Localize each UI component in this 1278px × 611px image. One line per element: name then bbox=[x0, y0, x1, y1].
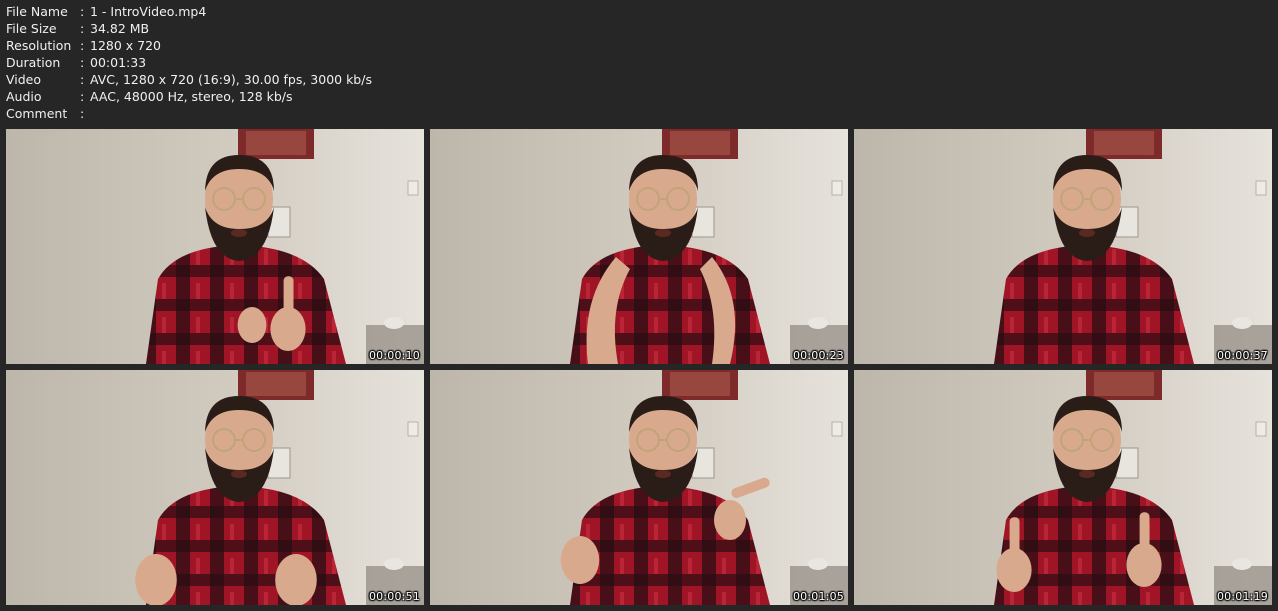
file-size-label: File Size bbox=[6, 21, 57, 36]
video-thumbnail-2[interactable]: 00:00:23 bbox=[430, 129, 848, 364]
video-thumbnail-3[interactable]: 00:00:37 bbox=[854, 129, 1272, 364]
duration-value: 00:01:33 bbox=[90, 55, 147, 70]
contact-sheet: File Name:1 - IntroVideo.mp4 File Size:3… bbox=[0, 0, 1278, 611]
comment-row: Comment: bbox=[6, 105, 372, 122]
audio-row: Audio: AAC, 48000 Hz, stereo, 128 kb/s bbox=[6, 88, 372, 105]
thumbnail-timestamp: 00:00:23 bbox=[792, 349, 844, 362]
separator: : bbox=[80, 106, 85, 121]
separator: : bbox=[80, 21, 85, 36]
video-frame-image bbox=[854, 370, 1272, 605]
video-label: Video bbox=[6, 72, 42, 87]
separator: : bbox=[80, 72, 85, 87]
thumbnail-timestamp: 00:01:05 bbox=[792, 590, 844, 603]
video-thumbnail-5[interactable]: 00:01:05 bbox=[430, 370, 848, 605]
comment-label: Comment bbox=[6, 106, 68, 121]
video-row: Video: AVC, 1280 x 720 (16:9), 30.00 fps,… bbox=[6, 71, 372, 88]
separator: : bbox=[80, 55, 85, 70]
audio-value: AAC, 48000 Hz, stereo, 128 kb/s bbox=[90, 89, 293, 104]
video-frame-image bbox=[854, 129, 1272, 364]
thumbnail-timestamp: 00:00:37 bbox=[1216, 349, 1268, 362]
file-info-panel: File Name:1 - IntroVideo.mp4 File Size:3… bbox=[6, 3, 372, 122]
file-size-row: File Size:34.82 MB bbox=[6, 20, 372, 37]
separator: : bbox=[80, 4, 85, 19]
video-thumbnail-1[interactable]: 00:00:10 bbox=[6, 129, 424, 364]
file-name-value: 1 - IntroVideo.mp4 bbox=[90, 4, 207, 19]
duration-label: Duration bbox=[6, 55, 61, 70]
resolution-row: Resolution:1280 x 720 bbox=[6, 37, 372, 54]
video-thumbnail-4[interactable]: 00:00:51 bbox=[6, 370, 424, 605]
separator: : bbox=[80, 89, 85, 104]
file-size-value: 34.82 MB bbox=[90, 21, 150, 36]
video-frame-image bbox=[430, 370, 848, 605]
file-name-row: File Name:1 - IntroVideo.mp4 bbox=[6, 3, 372, 20]
audio-label: Audio bbox=[6, 89, 42, 104]
separator: : bbox=[80, 38, 85, 53]
file-name-label: File Name bbox=[6, 4, 68, 19]
resolution-value: 1280 x 720 bbox=[90, 38, 162, 53]
resolution-label: Resolution bbox=[6, 38, 72, 53]
thumbnail-timestamp: 00:00:10 bbox=[368, 349, 420, 362]
thumbnail-timestamp: 00:00:51 bbox=[368, 590, 420, 603]
duration-row: Duration:00:01:33 bbox=[6, 54, 372, 71]
video-frame-image bbox=[6, 370, 424, 605]
video-thumbnail-6[interactable]: 00:01:19 bbox=[854, 370, 1272, 605]
video-frame-image bbox=[6, 129, 424, 364]
video-value: AVC, 1280 x 720 (16:9), 30.00 fps, 3000 … bbox=[90, 72, 372, 87]
thumbnail-timestamp: 00:01:19 bbox=[1216, 590, 1268, 603]
video-frame-image bbox=[430, 129, 848, 364]
